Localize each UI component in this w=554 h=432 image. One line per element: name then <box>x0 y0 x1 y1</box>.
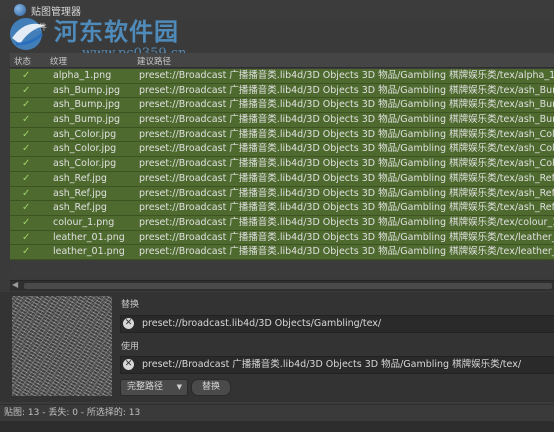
table-row[interactable]: ✓ ash_Color.jpg preset://Broadcast 广播播音类.l… <box>10 157 554 172</box>
check-icon: ✓ <box>22 128 31 140</box>
texture-name: ash_Color.jpg <box>53 128 117 140</box>
replace-label: 替换 <box>121 300 140 310</box>
table-row[interactable]: ✓ ash_Ref.jpg preset://Broadcast 广播播音类.lib… <box>10 186 554 202</box>
replace-field[interactable]: ✕ preset://broadcast.lib4d/3D Objects/Ga… <box>120 315 554 333</box>
texture-name: ash_Color.jpg <box>53 158 117 170</box>
suggested-path: preset://Broadcast 广播播音类.lib4d/3D Object… <box>139 114 554 126</box>
check-icon: ✓ <box>22 99 31 111</box>
table-row[interactable]: ✓ alpha_1.png preset://Broadcast 广播播音类.lib… <box>10 69 554 84</box>
with-value: preset://Broadcast 广播播音类.lib4d/3D Object… <box>142 359 522 370</box>
table-row[interactable]: ✓ ash_Color.jpg preset://Broadcast 广播播音类.l… <box>10 142 554 158</box>
check-icon: ✓ <box>22 216 31 228</box>
texture-name: leather_01.png <box>53 231 125 243</box>
texture-name: ash_Ref.jpg <box>53 187 107 199</box>
clear-icon[interactable]: ✕ <box>123 318 134 329</box>
check-icon: ✓ <box>22 84 31 96</box>
table-row[interactable]: ✓ leather_01.png preset://Broadcast 广播播音类.… <box>10 245 554 260</box>
window-bottom-edge <box>0 421 554 432</box>
table-row[interactable]: ✓ ash_Bump.jpg preset://Broadcast 广播播音类.li… <box>10 83 554 99</box>
column-header-status[interactable]: 状态 <box>14 55 31 67</box>
replace-button[interactable]: 替换 <box>191 379 231 396</box>
clear-icon[interactable]: ✕ <box>123 359 134 370</box>
check-icon: ✓ <box>22 70 31 81</box>
table-row[interactable]: ✓ colour_1.png preset://Broadcast 广播播音类.li… <box>10 215 554 231</box>
suggested-path: preset://Broadcast 广播播音类.lib4d/3D Object… <box>139 231 554 243</box>
column-header-texture[interactable]: 纹理 <box>50 55 67 67</box>
suggested-path: preset://Broadcast 广播播音类.lib4d/3D Object… <box>139 172 554 184</box>
suggested-path: preset://Broadcast 广播播音类.lib4d/3D Object… <box>139 84 554 96</box>
with-field[interactable]: ✕ preset://Broadcast 广播播音类.lib4d/3D Obje… <box>120 356 554 374</box>
table-header: 状态 纹理 建议路径 <box>10 53 554 68</box>
chevron-down-icon: ▼ <box>176 383 182 391</box>
status-bar: 贴图: 13 - 丢失: 0 - 所选择的: 13 <box>0 404 554 421</box>
suggested-path: preset://Broadcast 广播播音类.lib4d/3D Object… <box>139 143 554 155</box>
check-icon: ✓ <box>22 114 31 126</box>
replace-value: preset://broadcast.lib4d/3D Objects/Gamb… <box>142 318 382 329</box>
table-row[interactable]: ✓ ash_Color.jpg preset://Broadcast 广播播音类.l… <box>10 127 554 143</box>
table-row[interactable]: ✓ ash_Bump.jpg preset://Broadcast 广播播音类.li… <box>10 113 554 128</box>
replace-panel: 替换 ✕ preset://broadcast.lib4d/3D Objects… <box>0 292 554 402</box>
menu-bar: 文件 <box>0 20 554 34</box>
scroll-left-icon[interactable]: ◀ <box>12 280 18 289</box>
table-row[interactable]: ✓ ash_Ref.jpg preset://Broadcast 广播播音类.lib… <box>10 201 554 216</box>
check-icon: ✓ <box>22 143 31 155</box>
suggested-path: preset://Broadcast 广播播音类.lib4d/3D Object… <box>139 202 554 214</box>
with-label: 使用 <box>121 342 140 352</box>
texture-name: ash_Ref.jpg <box>53 172 107 184</box>
suggested-path: preset://Broadcast 广播播音类.lib4d/3D Object… <box>139 246 554 258</box>
texture-name: leather_01.png <box>53 246 125 258</box>
path-mode-value: 完整路径 <box>127 382 164 392</box>
check-icon: ✓ <box>22 246 31 258</box>
table-body: ✓ alpha_1.png preset://Broadcast 广播播音类.lib… <box>10 69 554 260</box>
title-bar: 贴图管理器 <box>0 0 554 20</box>
suggested-path: preset://Broadcast 广播播音类.lib4d/3D Object… <box>139 187 554 199</box>
check-icon: ✓ <box>22 158 31 170</box>
suggested-path: preset://Broadcast 广播播音类.lib4d/3D Object… <box>139 128 554 140</box>
horizontal-scrollbar[interactable]: ◀ <box>10 280 554 291</box>
texture-table: 状态 纹理 建议路径 ✓ alpha_1.png preset://Broadcas… <box>10 53 554 278</box>
path-mode-dropdown[interactable]: 完整路径 ▼ <box>120 379 188 396</box>
suggested-path: preset://Broadcast 广播播音类.lib4d/3D Object… <box>139 99 554 111</box>
check-icon: ✓ <box>22 187 31 199</box>
texture-name: ash_Bump.jpg <box>53 99 121 111</box>
texture-name: colour_1.png <box>53 216 115 228</box>
check-icon: ✓ <box>22 202 31 214</box>
watermark-logo-icon <box>10 18 46 50</box>
texture-name: ash_Bump.jpg <box>53 84 121 96</box>
suggested-path: preset://Broadcast 广播播音类.lib4d/3D Object… <box>139 216 554 228</box>
table-row[interactable]: ✓ ash_Bump.jpg preset://Broadcast 广播播音类.li… <box>10 98 554 114</box>
texture-name: ash_Ref.jpg <box>53 202 107 214</box>
texture-name: alpha_1.png <box>53 70 112 81</box>
check-icon: ✓ <box>22 231 31 243</box>
check-icon: ✓ <box>22 172 31 184</box>
table-row[interactable]: ✓ leather_01.png preset://Broadcast 广播播音类.… <box>10 230 554 246</box>
texture-name: ash_Color.jpg <box>53 143 117 155</box>
suggested-path: preset://Broadcast 广播播音类.lib4d/3D Object… <box>139 70 554 81</box>
column-header-suggested-path[interactable]: 建议路径 <box>137 55 171 67</box>
texture-preview <box>12 296 112 396</box>
table-row[interactable]: ✓ ash_Ref.jpg preset://Broadcast 广播播音类.lib… <box>10 171 554 187</box>
status-text: 贴图: 13 - 丢失: 0 - 所选择的: 13 <box>4 408 141 418</box>
texture-name: ash_Bump.jpg <box>53 114 121 126</box>
scrollbar-thumb[interactable] <box>24 283 552 289</box>
suggested-path: preset://Broadcast 广播播音类.lib4d/3D Object… <box>139 158 554 170</box>
